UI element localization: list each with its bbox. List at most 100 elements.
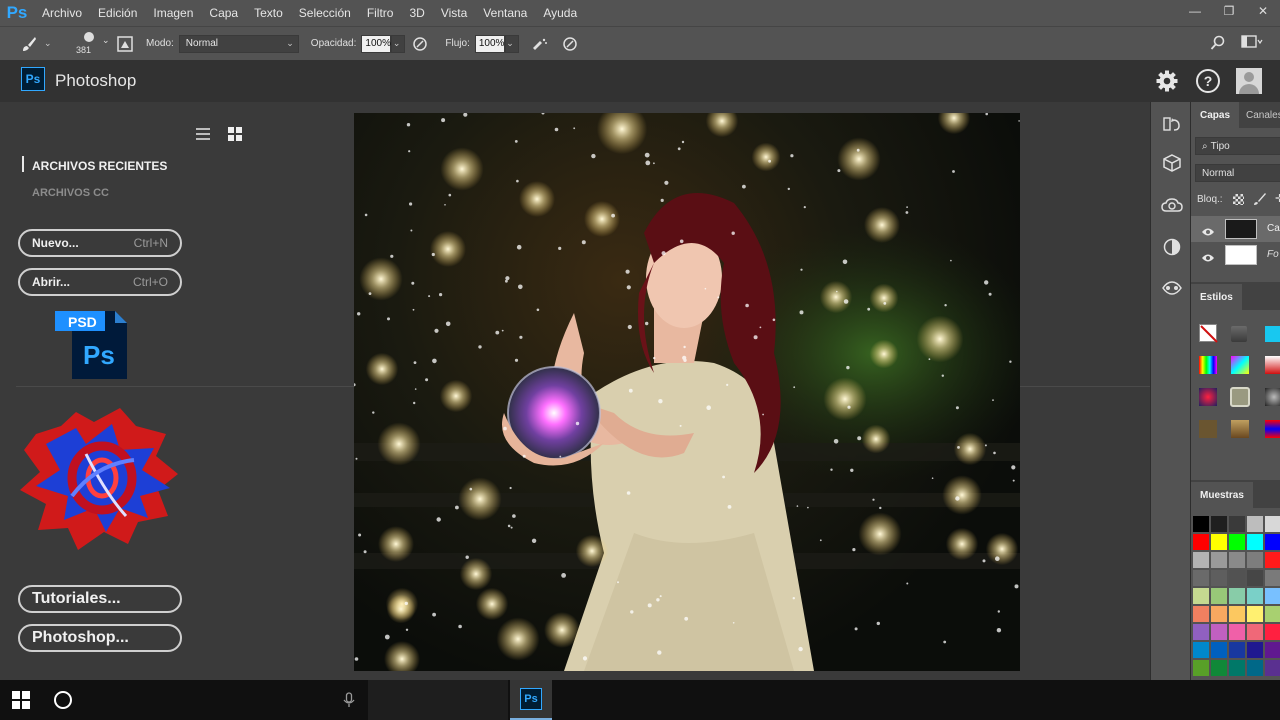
chevron-down-icon[interactable]: ⌄ [44, 38, 54, 49]
search-icon[interactable] [1208, 35, 1228, 51]
color-swatch[interactable] [1193, 570, 1209, 586]
properties-icon[interactable] [1161, 277, 1183, 299]
open-button[interactable]: Abrir... Ctrl+O [18, 268, 182, 296]
style-swatch[interactable] [1231, 326, 1247, 342]
color-swatch[interactable] [1265, 516, 1280, 532]
color-swatch[interactable] [1265, 624, 1280, 640]
adjustments-icon[interactable] [1161, 236, 1183, 258]
color-swatch[interactable] [1265, 552, 1280, 568]
color-swatch[interactable] [1193, 642, 1209, 658]
color-swatch[interactable] [1193, 534, 1209, 550]
taskbar-search-area[interactable] [368, 680, 508, 720]
gear-icon[interactable] [1155, 69, 1179, 93]
blend-mode-select[interactable]: Normal [1195, 164, 1280, 182]
recent-files-link[interactable]: ARCHIVOS RECIENTES [32, 159, 167, 173]
style-swatch[interactable] [1231, 420, 1249, 438]
libraries-icon[interactable] [1161, 194, 1183, 216]
menu-texto[interactable]: Texto [246, 0, 291, 26]
menu-imagen[interactable]: Imagen [145, 0, 201, 26]
color-swatch[interactable] [1193, 660, 1209, 676]
list-view-icon[interactable] [196, 127, 210, 141]
color-swatch[interactable] [1229, 660, 1245, 676]
color-swatch[interactable] [1229, 534, 1245, 550]
history-icon[interactable] [1161, 113, 1183, 135]
color-swatch[interactable] [1229, 588, 1245, 604]
avatar[interactable] [1236, 68, 1262, 94]
pressure-size-icon[interactable] [555, 36, 585, 52]
layer-row-top[interactable]: Cap [1191, 216, 1280, 242]
color-swatch[interactable] [1193, 516, 1209, 532]
eye-icon[interactable] [1201, 224, 1215, 236]
menu-vista[interactable]: Vista [433, 0, 475, 26]
color-swatch[interactable] [1229, 624, 1245, 640]
color-swatch[interactable] [1247, 588, 1263, 604]
color-swatch[interactable] [1247, 534, 1263, 550]
eye-icon[interactable] [1201, 250, 1215, 262]
3d-icon[interactable] [1161, 152, 1183, 174]
color-swatch[interactable] [1247, 660, 1263, 676]
color-swatch[interactable] [1193, 606, 1209, 622]
color-swatch[interactable] [1247, 552, 1263, 568]
color-swatch[interactable] [1211, 552, 1227, 568]
color-swatch[interactable] [1211, 516, 1227, 532]
opacity-input[interactable]: 100% [361, 34, 392, 53]
color-swatch[interactable] [1211, 624, 1227, 640]
style-swatch[interactable] [1199, 420, 1217, 438]
menu-edicion[interactable]: Edición [90, 0, 145, 26]
menu-archivo[interactable]: Archivo [34, 0, 90, 26]
mode-select[interactable]: Normal ⌄ [178, 34, 299, 53]
style-swatch[interactable] [1265, 326, 1280, 342]
color-swatch[interactable] [1265, 606, 1280, 622]
layer-row-bottom[interactable]: Fo [1191, 242, 1280, 268]
opacity-dropdown[interactable]: ⌄ [391, 34, 406, 53]
taskbar-photoshop-button[interactable]: Ps [510, 680, 552, 720]
tab-muestras[interactable]: Muestras [1191, 482, 1253, 508]
tutorials-button[interactable]: Tutoriales... [18, 585, 182, 613]
style-swatch[interactable] [1199, 388, 1217, 406]
style-swatch[interactable] [1230, 387, 1250, 407]
style-swatch[interactable] [1265, 420, 1280, 438]
photoshop-button[interactable]: Photoshop... [18, 624, 182, 652]
color-swatch[interactable] [1247, 624, 1263, 640]
minimize-button[interactable]: — [1178, 0, 1212, 22]
color-swatch[interactable] [1229, 642, 1245, 658]
style-swatch[interactable] [1265, 388, 1280, 406]
tab-canales[interactable]: Canales [1237, 102, 1280, 128]
color-swatch[interactable] [1211, 642, 1227, 658]
color-swatch[interactable] [1211, 660, 1227, 676]
color-swatch[interactable] [1211, 570, 1227, 586]
lock-paint-icon[interactable] [1253, 192, 1267, 206]
color-swatch[interactable] [1211, 606, 1227, 622]
layer-filter-select[interactable]: ⌕ Tipo [1195, 137, 1280, 155]
style-none[interactable] [1199, 324, 1218, 343]
color-swatch[interactable] [1229, 552, 1245, 568]
brush-panel-icon[interactable] [114, 35, 136, 52]
flow-input[interactable]: 100% [474, 34, 505, 53]
grid-view-icon[interactable] [228, 127, 242, 141]
close-button[interactable]: ✕ [1246, 0, 1280, 22]
lock-move-icon[interactable]: ✛ [1275, 192, 1280, 206]
menu-ventana[interactable]: Ventana [475, 0, 535, 26]
style-swatch[interactable] [1231, 356, 1249, 374]
color-swatch[interactable] [1193, 624, 1209, 640]
airbrush-icon[interactable] [525, 36, 555, 52]
color-swatch[interactable] [1211, 534, 1227, 550]
color-swatch[interactable] [1265, 660, 1280, 676]
help-icon[interactable]: ? [1196, 69, 1220, 93]
new-button[interactable]: Nuevo... Ctrl+N [18, 229, 182, 257]
color-swatch[interactable] [1193, 552, 1209, 568]
style-swatch[interactable] [1199, 356, 1217, 374]
microphone-icon[interactable] [343, 692, 355, 708]
color-swatch[interactable] [1265, 642, 1280, 658]
color-swatch[interactable] [1265, 534, 1280, 550]
pressure-opacity-icon[interactable] [405, 36, 435, 52]
color-swatch[interactable] [1211, 588, 1227, 604]
color-swatch[interactable] [1247, 642, 1263, 658]
color-swatch[interactable] [1229, 570, 1245, 586]
color-swatch[interactable] [1229, 606, 1245, 622]
cc-files-link[interactable]: ARCHIVOS CC [32, 187, 109, 199]
restore-button[interactable]: ❐ [1212, 0, 1246, 22]
menu-capa[interactable]: Capa [201, 0, 246, 26]
menu-ayuda[interactable]: Ayuda [535, 0, 585, 26]
canvas-image[interactable] [354, 113, 1020, 671]
